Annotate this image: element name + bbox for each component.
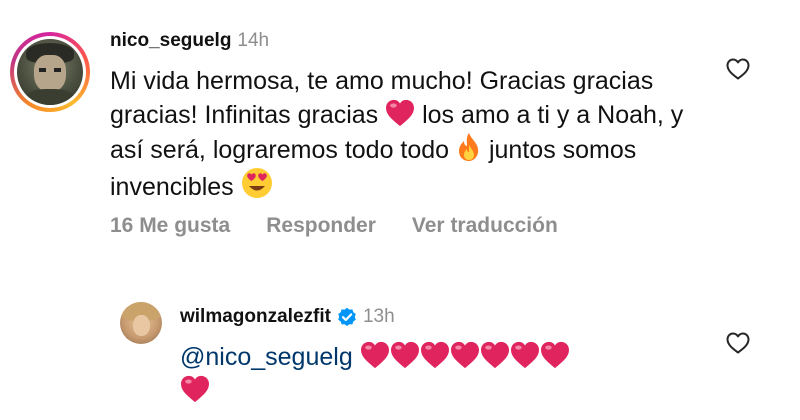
timestamp[interactable]: 13h: [363, 306, 395, 328]
red-heart-emoji: [390, 341, 420, 369]
mention-link[interactable]: @nico_seguelg: [180, 343, 353, 371]
translate-button[interactable]: Ver traducción: [412, 214, 558, 238]
red-heart-emoji: [420, 341, 450, 369]
red-heart-emoji: [540, 341, 570, 369]
verified-badge-icon: [338, 307, 356, 326]
heart-eyes-emoji: [241, 167, 273, 199]
likes-count-button[interactable]: 16 Me gusta: [110, 214, 230, 238]
timestamp[interactable]: 14h: [237, 30, 269, 52]
red-heart-emoji: [510, 341, 540, 369]
comment-header: nico_seguelg 14h: [110, 30, 269, 52]
avatar[interactable]: [120, 302, 162, 344]
heart-outline-icon[interactable]: [726, 332, 750, 354]
username[interactable]: nico_seguelg: [110, 30, 231, 52]
comment-actions: 16 Me gusta Responder Ver traducción: [110, 214, 558, 238]
avatar: [17, 39, 83, 105]
username[interactable]: wilmagonzalezfit: [180, 306, 331, 328]
comment-header: wilmagonzalezfit 13h: [180, 306, 395, 328]
comment-text: @nico_seguelg: [180, 340, 700, 408]
comment-text: Mi vida hermosa, te amo mucho! Gracias g…: [110, 64, 690, 204]
reply-button[interactable]: Responder: [266, 214, 376, 238]
red-heart-emoji: [450, 341, 480, 369]
fire-emoji: [456, 132, 482, 162]
red-heart-emoji: [180, 375, 210, 403]
heart-outline-icon[interactable]: [726, 58, 750, 80]
red-heart-emoji: [480, 341, 510, 369]
avatar-story-ring[interactable]: [10, 32, 90, 112]
red-heart-emoji: [360, 341, 390, 369]
red-heart-emoji: [385, 99, 415, 127]
